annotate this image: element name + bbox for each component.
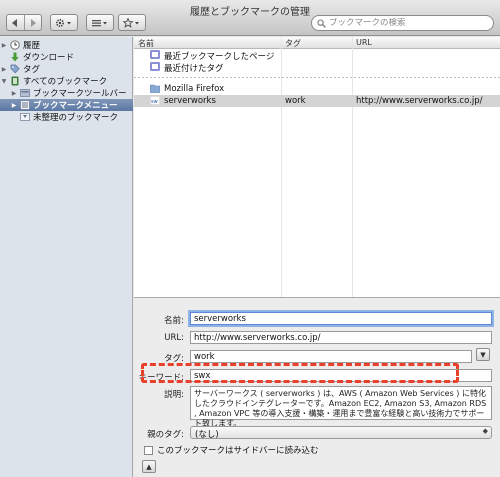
sidebar-item-bookmarks-menu[interactable]: ▶ ブックマークメニュー [0, 99, 133, 111]
back-button[interactable] [7, 15, 24, 30]
import-backup-button[interactable] [118, 14, 146, 31]
arrow-left-icon [12, 18, 18, 27]
list-item[interactable]: Mozilla Firefox [134, 83, 500, 95]
tag-field[interactable]: work [190, 350, 472, 363]
smart-folder-icon [150, 62, 160, 71]
row-name: Mozilla Firefox [164, 84, 225, 94]
sidebar-item-history[interactable]: ▶ 履歴 [0, 39, 133, 51]
row-tag: work [285, 96, 306, 106]
load-in-sidebar-label: このブックマークはサイドバーに読み込む [157, 446, 319, 456]
column-header-bar: 名前 タグ URL [134, 37, 500, 49]
row-name: 最近付けたタグ [164, 64, 224, 74]
name-field[interactable]: serverworks [190, 312, 492, 325]
url-field[interactable]: http://www.serverworks.co.jp/ [190, 331, 492, 344]
disclosure-triangle-icon[interactable]: ▶ [10, 90, 18, 97]
load-in-sidebar-checkbox[interactable] [144, 445, 153, 455]
chevron-down-icon: ▼ [480, 350, 486, 359]
disclosure-triangle-icon[interactable]: ▶ [10, 102, 18, 109]
tag-label: タグ: [164, 354, 184, 364]
disclosure-triangle-icon[interactable]: ▶ [0, 42, 8, 49]
bookmark-properties-pane: 名前: serverworks URL: http://www.serverwo… [134, 297, 500, 477]
row-url: http://www.serverworks.co.jp/ [356, 96, 483, 106]
list-item[interactable]: 最近付けたタグ [134, 61, 500, 74]
sidebar: ▶ 履歴 ダウンロード ▶ タグ ▼ すべてのブックマーク ▶ ブックマークツー… [0, 37, 133, 477]
disclosure-triangle-icon[interactable]: ▶ [0, 66, 8, 73]
parent-folder-select[interactable]: (なし) ◆ [190, 426, 492, 440]
menu-folder-icon [20, 100, 30, 110]
clock-icon [10, 40, 20, 50]
sidebar-item-all-bookmarks[interactable]: ▼ すべてのブックマーク [0, 75, 133, 87]
title-bar: 履歴とブックマークの管理 [0, 0, 500, 36]
search-input[interactable] [329, 18, 489, 28]
bookmarks-book-icon [11, 76, 19, 86]
tag-selector-button[interactable]: ▼ [476, 348, 490, 361]
tag-icon [10, 64, 20, 74]
sidebar-item-label: タグ [23, 65, 41, 75]
sidebar-item-unsorted-bookmarks[interactable]: 未整理のブックマーク [0, 111, 133, 123]
column-header-tag[interactable]: タグ [285, 38, 301, 49]
list-item-selected[interactable]: sw serverworks work http://www.serverwor… [134, 95, 500, 107]
sidebar-item-downloads[interactable]: ダウンロード [0, 51, 133, 63]
sidebar-item-label: ブックマークツールバー [33, 89, 127, 99]
sidebar-item-label: ブックマークメニュー [33, 101, 118, 111]
download-arrow-icon [11, 52, 19, 62]
search-field[interactable] [311, 15, 494, 31]
bookmark-list: 名前 タグ URL 最近ブックマークしたページ 最近付けたタグ Mozilla … [134, 37, 500, 297]
list-item[interactable]: 最近ブックマークしたページ [134, 49, 500, 62]
sidebar-item-label: 履歴 [23, 41, 41, 51]
url-label: URL: [164, 333, 184, 343]
sidebar-item-tags[interactable]: ▶ タグ [0, 63, 133, 75]
keyword-label: キーワード: [138, 373, 184, 383]
unsorted-bookmarks-icon [20, 113, 30, 121]
favicon-icon: sw [150, 96, 160, 105]
column-header-name[interactable]: 名前 [138, 38, 154, 49]
description-label: 説明: [164, 390, 184, 400]
search-icon [317, 18, 326, 28]
sidebar-item-label: ダウンロード [23, 53, 75, 63]
sidebar-item-label: すべてのブックマーク [23, 77, 108, 87]
star-icon [123, 17, 139, 28]
disclosure-triangle-icon[interactable]: ▼ [0, 78, 8, 85]
parent-folder-value: (なし) [195, 430, 219, 440]
forward-button[interactable] [23, 15, 42, 30]
svg-text:sw: sw [151, 99, 158, 105]
column-divider [281, 37, 282, 297]
row-name: serverworks [164, 96, 216, 106]
gear-icon [55, 18, 71, 27]
smart-folder-icon [150, 50, 160, 59]
toolbar-folder-icon [20, 89, 30, 97]
parent-folder-label: 親のタグ: [147, 430, 184, 440]
description-field[interactable]: サーバーワークス ( serverworks ) は、AWS ( Amazon … [190, 386, 492, 428]
sidebar-item-bookmarks-toolbar[interactable]: ▶ ブックマークツールバー [0, 87, 133, 99]
column-header-url[interactable]: URL [356, 38, 372, 47]
collapse-details-button[interactable]: ▲ [142, 460, 156, 473]
views-menu-button[interactable] [86, 14, 114, 31]
column-divider [352, 37, 353, 297]
chevron-up-icon: ▲ [146, 462, 152, 471]
keyword-field[interactable]: swx [190, 369, 492, 382]
arrow-right-icon [30, 18, 36, 27]
navigation-buttons [6, 14, 42, 31]
list-view-icon [92, 19, 107, 26]
library-window: 履歴とブックマークの管理 ブックマークの検索 ▶ 履歴 ダウンロード ▶ タグ … [0, 0, 500, 477]
sidebar-item-label: 未整理のブックマーク [33, 113, 119, 123]
organize-menu-button[interactable] [50, 14, 78, 31]
separator [134, 77, 500, 78]
folder-icon [150, 84, 160, 93]
name-label: 名前: [164, 316, 184, 326]
load-in-sidebar-option[interactable]: このブックマークはサイドバーに読み込む [144, 444, 319, 456]
updown-arrows-icon: ◆ [482, 427, 488, 435]
